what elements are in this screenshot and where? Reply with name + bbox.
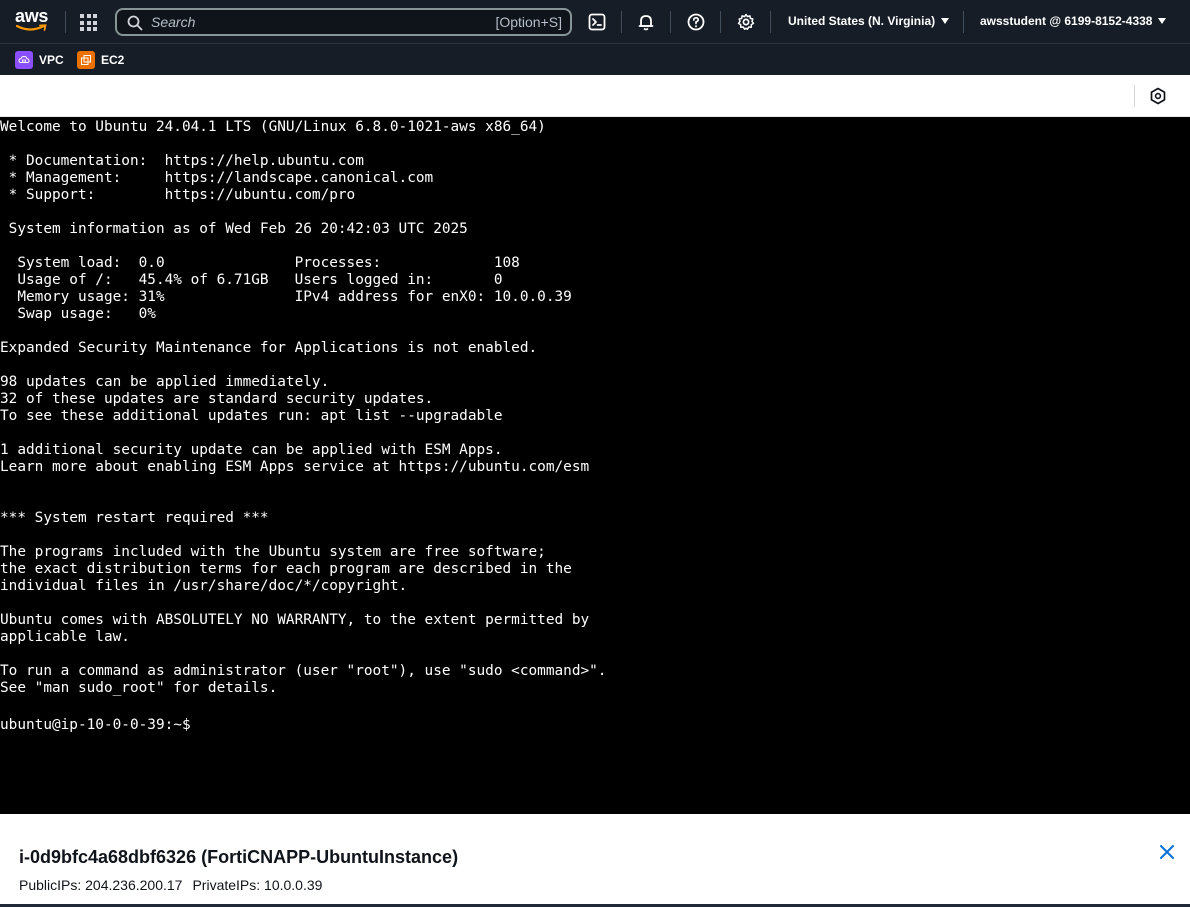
- help-icon[interactable]: [686, 12, 706, 32]
- settings-gear-icon[interactable]: [736, 12, 756, 32]
- notifications-bell-icon[interactable]: [636, 12, 656, 32]
- favorite-vpc[interactable]: VPC: [15, 51, 64, 69]
- region-selector[interactable]: United States (N. Virginia): [788, 14, 950, 28]
- nav-divider: [65, 11, 66, 33]
- favorite-vpc-label: VPC: [39, 53, 64, 67]
- favorite-ec2-label: EC2: [101, 53, 125, 67]
- nav-divider: [963, 11, 964, 33]
- terminal-output: Welcome to Ubuntu 24.04.1 LTS (GNU/Linux…: [0, 119, 606, 734]
- hexagon-settings-icon: [1150, 87, 1166, 105]
- terminal-cursor: [199, 714, 207, 729]
- nav-divider: [720, 11, 721, 33]
- close-icon: [1160, 845, 1174, 859]
- search-input[interactable]: [151, 12, 481, 32]
- favorites-bar: VPC EC2: [0, 43, 1190, 75]
- close-button[interactable]: [1158, 843, 1176, 861]
- search-bar[interactable]: [Option+S]: [115, 8, 572, 36]
- search-shortcut-hint: [Option+S]: [495, 14, 562, 30]
- private-ips: PrivateIPs: 10.0.0.39: [192, 877, 323, 893]
- toolbar-divider: [1134, 85, 1135, 107]
- account-menu[interactable]: awsstudent @ 6199-8152-4338: [980, 14, 1167, 28]
- cloudshell-icon[interactable]: [587, 12, 607, 32]
- terminal-text: Welcome to Ubuntu 24.04.1 LTS (GNU/Linux…: [0, 119, 607, 696]
- session-preferences-button[interactable]: [1149, 87, 1167, 105]
- nav-divider: [670, 11, 671, 33]
- session-toolbar: [0, 75, 1190, 117]
- terminal-prompt: ubuntu@ip-10-0-0-39:~$: [0, 717, 200, 733]
- aws-logo[interactable]: aws: [14, 6, 50, 35]
- services-menu-icon[interactable]: [80, 14, 97, 31]
- account-label: awsstudent @ 6199-8152-4338: [980, 14, 1153, 28]
- vpc-service-icon: [15, 51, 33, 69]
- caret-down-icon: [1158, 18, 1167, 24]
- public-ips: PublicIPs: 204.236.200.17: [19, 877, 183, 893]
- favorite-ec2[interactable]: EC2: [77, 51, 124, 69]
- region-label: United States (N. Virginia): [788, 14, 936, 28]
- caret-down-icon: [941, 18, 950, 24]
- search-icon: [127, 15, 143, 31]
- instance-ip-addresses: PublicIPs: 204.236.200.17 PrivateIPs: 10.…: [19, 877, 322, 893]
- ec2-service-icon: [77, 51, 95, 69]
- nav-divider: [770, 11, 771, 33]
- instance-title: i-0d9bfc4a68dbf6326 (FortiCNAPP-UbuntuIn…: [19, 847, 459, 867]
- terminal-window[interactable]: Welcome to Ubuntu 24.04.1 LTS (GNU/Linux…: [0, 117, 1190, 814]
- aws-smile-icon: [16, 24, 47, 31]
- instance-info-panel: i-0d9bfc4a68dbf6326 (FortiCNAPP-UbuntuIn…: [0, 814, 1190, 907]
- nav-divider: [621, 11, 622, 33]
- top-navigation: aws [Option+S]: [0, 0, 1190, 43]
